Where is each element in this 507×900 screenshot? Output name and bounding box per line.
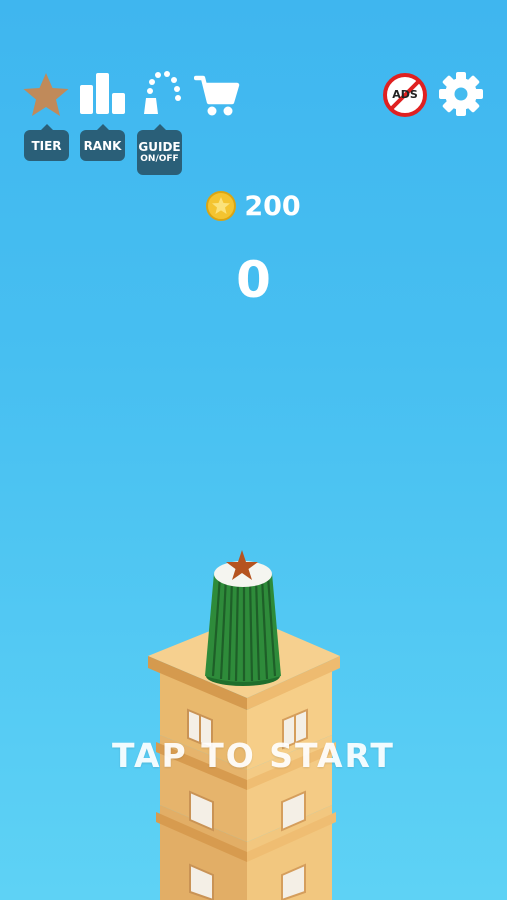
shop-button[interactable] (194, 72, 240, 118)
star-icon (23, 73, 69, 116)
coin-count: 200 (244, 190, 301, 222)
score: 0 (236, 251, 271, 309)
trajectory-icon (144, 71, 181, 114)
settings-button[interactable] (438, 71, 484, 117)
guide-button[interactable] (138, 70, 182, 118)
cart-icon (194, 75, 240, 116)
gear-icon (439, 72, 483, 116)
guide-label[interactable]: GUIDE ON/OFF (137, 124, 182, 175)
tower-scene (148, 550, 340, 900)
no-ads-button[interactable]: ADS (382, 72, 428, 118)
rank-label[interactable]: RANK (80, 124, 125, 161)
rank-button[interactable] (79, 72, 127, 116)
tap-to-start-prompt[interactable]: TAP TO START (0, 734, 507, 778)
coin-icon (206, 191, 237, 221)
coin-counter: 200 (0, 186, 507, 226)
striped-cup (205, 550, 281, 686)
tier-button[interactable] (22, 72, 70, 118)
bar-chart-icon (80, 73, 125, 114)
tier-label[interactable]: TIER (24, 124, 69, 161)
no-ads-text: ADS (392, 88, 418, 101)
